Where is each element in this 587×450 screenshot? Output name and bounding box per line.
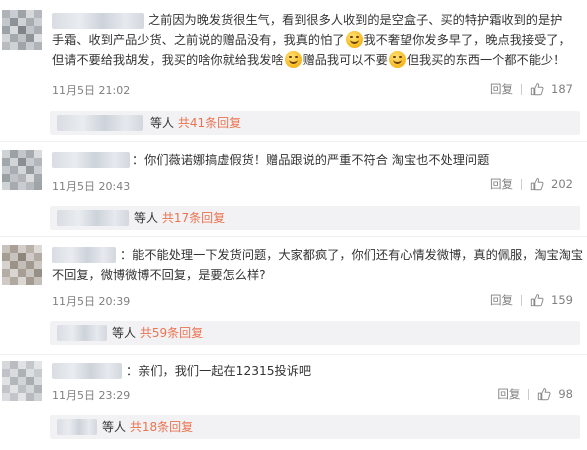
view-replies-link[interactable]: 共59条回复 [140, 326, 203, 340]
divider [521, 83, 523, 95]
comment-text: 之前因为晚发货很生气，看到很多人收到的是空盒子、买的特护霜收到的是护 [148, 13, 563, 27]
comment-actions: 回复 159 [490, 291, 573, 309]
reply-button[interactable]: 回复 [490, 81, 513, 97]
comment-time: 11月5日 20:43 [52, 180, 131, 193]
comment-text: ：你们薇诺娜搞虚假货！赠品跟说的严重不符合 淘宝也不处理问题 [132, 153, 490, 167]
like-button[interactable]: 159 [530, 293, 573, 307]
replies-summary[interactable]: 等人 共17条回复 [50, 206, 580, 230]
comment-actions: 回复 187 [490, 80, 573, 98]
divider [528, 388, 530, 400]
smile-emoji-icon [388, 51, 406, 68]
like-count: 187 [551, 82, 573, 96]
thumbs-up-icon [530, 177, 544, 191]
comment-time: 11月5日 23:29 [52, 389, 131, 402]
like-count: 159 [551, 293, 573, 307]
like-count: 202 [551, 177, 573, 191]
divider [521, 178, 523, 190]
comment-text: 但请不要给我胡发，我买的啥你就给我发啥 赠品我可以不要 但我买的东西一个都不能少！ [52, 51, 566, 68]
comment-time: 11月5日 20:39 [52, 295, 131, 308]
like-count: 98 [558, 387, 573, 401]
like-button[interactable]: 98 [537, 387, 573, 401]
avatar[interactable] [2, 245, 42, 285]
smile-emoji-icon [345, 31, 363, 48]
view-replies-link[interactable]: 共41条回复 [178, 116, 241, 130]
replier-names [57, 325, 107, 341]
reply-button[interactable]: 回复 [490, 292, 513, 308]
thumbs-up-icon [530, 293, 544, 307]
avatar[interactable] [2, 361, 42, 401]
user-name[interactable] [52, 247, 116, 263]
like-button[interactable]: 202 [530, 177, 573, 191]
user-name[interactable] [52, 363, 122, 379]
replies-text: 等人 共18条回复 [102, 420, 194, 434]
comment-text: 不回复，微博微博不回复，是要怎么样? [52, 268, 266, 282]
avatar[interactable] [2, 150, 42, 190]
comment-text: 手霜、收到产品少货、之前说的赠品没有，我真的怕了 我不奢望你发多早了，晚点我接受了… [52, 31, 571, 48]
reply-button[interactable]: 回复 [490, 176, 513, 192]
replies-text: 等人 共41条回复 [150, 116, 242, 130]
user-name[interactable] [52, 152, 130, 168]
divider [521, 294, 523, 306]
replies-text: 等人 共17条回复 [134, 211, 226, 225]
smile-emoji-icon [284, 51, 302, 68]
comment-actions: 回复 202 [490, 175, 573, 193]
replies-summary[interactable]: 等人 共18条回复 [50, 415, 580, 439]
thumbs-up-icon [530, 82, 544, 96]
avatar[interactable] [2, 10, 42, 50]
replier-names [57, 419, 97, 435]
reply-button[interactable]: 回复 [497, 386, 520, 402]
view-replies-link[interactable]: 共17条回复 [162, 211, 225, 225]
comment-item: ：亲们，我们一起在12315投诉吧 11月5日 23:29 回复 98 等人 共… [0, 355, 587, 450]
comment-text: ：亲们，我们一起在12315投诉吧 [126, 364, 312, 378]
comment-time: 11月5日 21:02 [52, 84, 131, 97]
replier-names [57, 115, 143, 131]
replier-names [57, 210, 129, 226]
user-name[interactable] [52, 13, 144, 29]
comment-item: 之前因为晚发货很生气，看到很多人收到的是空盒子、买的特护霜收到的是护 手霜、收到… [0, 0, 587, 140]
replies-summary[interactable]: 等人 共41条回复 [50, 111, 580, 135]
comment-actions: 回复 98 [497, 385, 573, 403]
like-button[interactable]: 187 [530, 82, 573, 96]
replies-summary[interactable]: 等人 共59条回复 [50, 321, 580, 345]
comment-text: ：能不能处理一下发货问题，大家都疯了，你们还有心情发微博，真的佩服，淘宝淘宝 [120, 248, 584, 262]
comment-item: ：你们薇诺娜搞虚假货！赠品跟说的严重不符合 淘宝也不处理问题 11月5日 20:… [0, 142, 587, 232]
view-replies-link[interactable]: 共18条回复 [130, 420, 193, 434]
comment-item: ：能不能处理一下发货问题，大家都疯了，你们还有心情发微博，真的佩服，淘宝淘宝 不… [0, 237, 587, 352]
replies-text: 等人 共59条回复 [112, 326, 204, 340]
thumbs-up-icon [537, 387, 551, 401]
